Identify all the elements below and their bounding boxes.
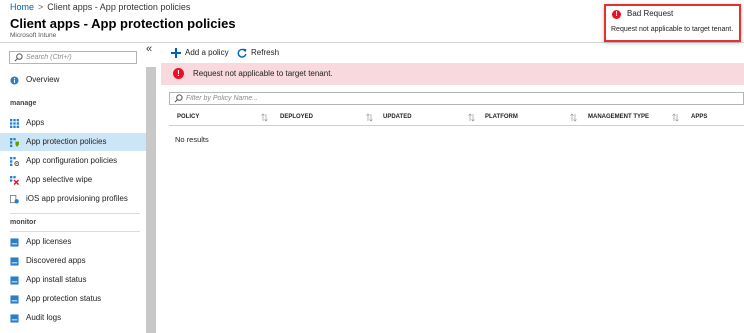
table-header: POLICY DEPLOYED UPDATED PLATFORM MANAGEM… xyxy=(169,109,744,126)
section-label-manage: manage xyxy=(10,100,37,107)
sidebar-item-audit-logs[interactable]: Audit logs xyxy=(0,309,146,327)
section-label-monitor: monitor xyxy=(10,219,37,226)
notification-title: Bad Request xyxy=(627,9,674,18)
sidebar-item-app-licenses[interactable]: App licenses xyxy=(0,233,146,251)
sidebar-scrollbar[interactable] xyxy=(146,67,156,333)
sidebar-item-discovered-apps[interactable]: Discovered apps xyxy=(0,252,146,270)
report-icon xyxy=(10,314,19,323)
section-divider xyxy=(10,231,140,232)
refresh-button[interactable]: Refresh xyxy=(237,46,279,60)
wipe-icon xyxy=(10,176,19,185)
search-icon xyxy=(174,94,183,103)
sidebar-item-label: App configuration policies xyxy=(26,156,118,165)
column-header-apps[interactable]: APPS xyxy=(691,109,707,126)
column-header-updated[interactable]: UPDATED xyxy=(383,109,412,126)
report-icon xyxy=(10,257,19,266)
provisioning-icon xyxy=(10,195,19,204)
error-icon: ! xyxy=(612,10,621,19)
sidebar-nav: Overview manage Apps App protection poli… xyxy=(0,43,146,333)
breadcrumb: Home > Client apps - App protection polici… xyxy=(10,0,190,14)
error-notification[interactable]: ! Bad Request Request not applicable to … xyxy=(604,4,741,42)
app-config-icon xyxy=(10,157,19,166)
empty-table-message: No results xyxy=(175,135,209,144)
sidebar-item-overview[interactable]: Overview xyxy=(0,71,146,89)
report-icon xyxy=(10,238,19,247)
error-banner: ! Request not applicable to target tenan… xyxy=(161,63,744,85)
main-content: Add a policy Refresh ! Request not appli… xyxy=(157,43,744,333)
policy-filter-input[interactable] xyxy=(186,93,606,104)
sort-icon[interactable] xyxy=(468,113,475,122)
sidebar-item-label: App install status xyxy=(26,275,87,284)
sidebar-search[interactable] xyxy=(9,51,137,64)
sidebar-item-app-protection-status[interactable]: App protection status xyxy=(0,290,146,308)
sidebar-item-label: Apps xyxy=(26,118,45,127)
sidebar-item-label: App licenses xyxy=(26,237,72,246)
sidebar-item-label: App protection status xyxy=(26,294,102,303)
report-icon xyxy=(10,295,19,304)
section-divider xyxy=(10,213,140,214)
column-header-platform[interactable]: PLATFORM xyxy=(485,109,518,126)
column-header-management-type[interactable]: MANAGEMENT TYPE xyxy=(588,109,649,126)
sidebar-item-label: iOS app provisioning profiles xyxy=(26,194,128,203)
notification-message: Request not applicable to target tenant. xyxy=(611,26,734,33)
sidebar-item-label: Discovered apps xyxy=(26,256,86,265)
sidebar-item-ios-app-provisioning-profiles[interactable]: iOS app provisioning profiles xyxy=(0,190,146,208)
sort-icon[interactable] xyxy=(366,113,373,122)
error-banner-message: Request not applicable to target tenant. xyxy=(193,69,333,78)
sidebar-item-label: App protection policies xyxy=(26,137,107,146)
info-icon xyxy=(10,76,19,85)
sidebar-search-input[interactable] xyxy=(26,52,134,63)
sort-icon[interactable] xyxy=(570,113,577,122)
sidebar-item-app-configuration-policies[interactable]: App configuration policies xyxy=(0,152,146,170)
page-title: Client apps - App protection policies xyxy=(10,16,236,31)
sidebar-item-app-protection-policies[interactable]: App protection policies xyxy=(0,133,146,151)
apps-grid-icon xyxy=(10,119,19,128)
sort-icon[interactable] xyxy=(672,113,679,122)
refresh-label: Refresh xyxy=(251,48,280,57)
collapse-sidebar-button[interactable]: « xyxy=(143,43,155,57)
policy-filter[interactable] xyxy=(169,92,744,105)
sidebar-item-label: Audit logs xyxy=(26,313,62,322)
column-header-policy[interactable]: POLICY xyxy=(177,109,199,126)
add-policy-button[interactable]: Add a policy xyxy=(171,46,229,60)
add-policy-label: Add a policy xyxy=(185,48,229,57)
breadcrumb-home-link[interactable]: Home xyxy=(10,2,34,12)
report-icon xyxy=(10,276,19,285)
column-header-deployed[interactable]: DEPLOYED xyxy=(280,109,313,126)
sidebar: Overview manage Apps App protection poli… xyxy=(0,43,156,333)
sidebar-item-apps[interactable]: Apps xyxy=(0,114,146,132)
app-protection-icon xyxy=(10,138,19,147)
plus-icon xyxy=(171,47,181,58)
breadcrumb-current: Client apps - App protection policies xyxy=(47,2,191,12)
refresh-icon xyxy=(237,48,247,58)
breadcrumb-separator: > xyxy=(38,2,44,12)
sidebar-item-app-selective-wipe[interactable]: App selective wipe xyxy=(0,171,146,189)
search-icon xyxy=(14,53,23,62)
page-subtitle: Microsoft Intune xyxy=(10,32,57,39)
sidebar-item-label: App selective wipe xyxy=(26,175,93,184)
sidebar-item-app-install-status[interactable]: App install status xyxy=(0,271,146,289)
sort-icon[interactable] xyxy=(261,113,268,122)
error-icon: ! xyxy=(173,68,184,79)
sidebar-item-label: Overview xyxy=(26,75,60,84)
